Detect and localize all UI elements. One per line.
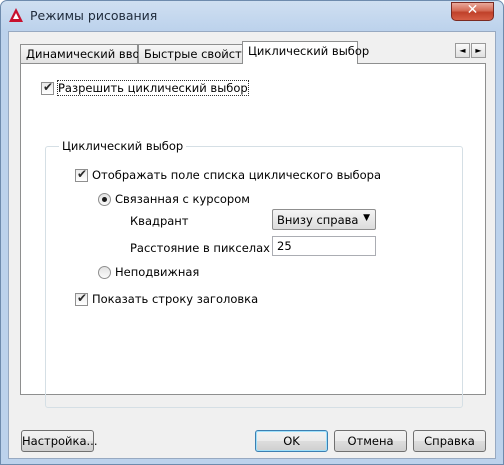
ok-button[interactable]: OK: [255, 430, 328, 452]
tab-scroll-right-button[interactable]: ►: [471, 43, 486, 58]
tab-scroll-right-icon: ►: [475, 46, 482, 55]
distance-input[interactable]: 25: [272, 236, 376, 256]
quadrant-value: Внизу справа: [277, 213, 359, 227]
static-label[interactable]: Неподвижная: [115, 265, 199, 279]
dialog-window: Режимы рисования ✕ Динамический ввод Быс…: [0, 0, 504, 465]
close-button[interactable]: ✕: [451, 2, 494, 21]
tab-panel: Разрешить циклический выбор Циклический …: [20, 63, 486, 408]
tab-quick-properties[interactable]: Быстрые свойства: [138, 44, 256, 63]
cursor-dependent-radio[interactable]: [98, 193, 111, 206]
show-title-label[interactable]: Показать строку заголовка: [92, 292, 258, 306]
settings-button[interactable]: Настройка...: [21, 430, 98, 452]
help-button[interactable]: Справка: [413, 430, 486, 452]
distance-value: 25: [277, 239, 292, 253]
cancel-button[interactable]: Отмена: [334, 430, 407, 452]
window-title: Режимы рисования: [30, 8, 158, 23]
autocad-logo-icon: [9, 8, 23, 22]
cycling-group-title: Циклический выбор: [59, 139, 187, 153]
chevron-down-icon: ▼: [363, 213, 370, 223]
tab-dynamic-input[interactable]: Динамический ввод: [20, 44, 147, 63]
show-title-checkbox[interactable]: [75, 291, 88, 306]
static-radio[interactable]: [98, 266, 111, 279]
title-bar[interactable]: Режимы рисования ✕: [1, 1, 503, 31]
show-list-label[interactable]: Отображать поле списка циклического выбо…: [92, 168, 381, 182]
tab-scroll-left-icon: ◄: [459, 46, 466, 55]
enable-cycling-checkbox[interactable]: [41, 80, 54, 95]
show-list-checkbox[interactable]: [75, 167, 88, 182]
tab-scroll-left-button[interactable]: ◄: [455, 43, 470, 58]
enable-cycling-label[interactable]: Разрешить циклический выбор: [57, 80, 249, 96]
dialog-client: Динамический ввод Быстрые свойства Цикли…: [8, 31, 496, 459]
tab-selection-cycling[interactable]: Циклический выбор: [242, 41, 369, 64]
quadrant-label: Квадрант: [130, 214, 189, 228]
cursor-dependent-label[interactable]: Связанная с курсором: [115, 192, 250, 206]
distance-label: Расстояние в пикселах: [130, 241, 270, 255]
quadrant-select[interactable]: Внизу справа ▼: [272, 209, 376, 230]
close-icon: ✕: [466, 2, 479, 18]
